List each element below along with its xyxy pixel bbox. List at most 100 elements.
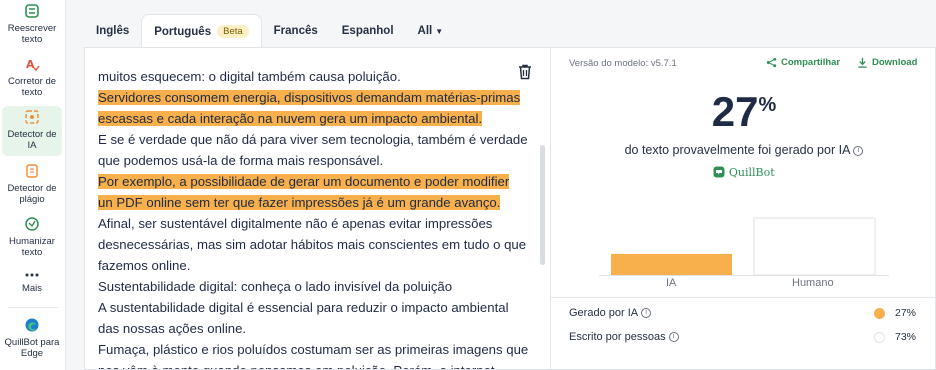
editor-line: E se é verdade que não dá para viver sem…: [98, 129, 528, 150]
editor-line: Fumaça, plástico e rios poluídos costuma…: [98, 339, 528, 360]
scrollbar[interactable]: [540, 145, 545, 265]
editor-line: que podemos usá-la de forma mais respons…: [98, 150, 518, 171]
share-label: Compartilhar: [781, 57, 841, 68]
ai-highlighted-text: escassas e cada interação na nuvem gera …: [98, 111, 483, 126]
ai-highlighted-text: Por exemplo, a possibilidade de gerar um…: [98, 174, 510, 189]
sidebar-item-more[interactable]: Mais: [2, 270, 62, 300]
editor-line: Por exemplo, a possibilidade de gerar um…: [98, 171, 518, 192]
x-label-human: Humano: [792, 277, 834, 289]
editor-line: un PDF online sem ter que fazer impressõ…: [98, 192, 518, 213]
share-icon: [766, 57, 777, 68]
tab-spanish[interactable]: Espanhol: [330, 14, 406, 48]
editor-text: A sustentabilidade digital é essencial p…: [98, 300, 509, 315]
sidebar-item-rewrite[interactable]: Reescrever texto: [2, 2, 62, 50]
sidebar-item-ai-detector[interactable]: Detector de IA: [2, 106, 62, 156]
plagiarism-icon: [23, 162, 41, 180]
edge-icon: [23, 316, 41, 334]
editor-text: desnecessárias, mas sim adotar hábitos m…: [98, 237, 527, 252]
tab-label: Inglês: [96, 25, 130, 37]
sidebar-item-edge-extension[interactable]: QuillBot para Edge: [2, 316, 62, 366]
more-icon: [23, 270, 41, 280]
editor-text: Afinal, ser sustentável digitalmente não…: [98, 216, 493, 231]
editor-line: escassas e cada interação na nuvem gera …: [98, 108, 518, 129]
legend-label: Gerado por IA: [569, 307, 639, 319]
sidebar-item-label: Reescrever texto: [7, 23, 57, 45]
ai-percentage: 27%: [551, 88, 936, 136]
download-button[interactable]: Download: [857, 57, 917, 68]
text-editor[interactable]: muitos esquecem: o digital também causa …: [84, 47, 550, 370]
editor-text: Fumaça, plástico e rios poluídos costuma…: [98, 342, 529, 357]
sidebar-item-label: Mais: [21, 283, 43, 294]
editor-text: nos vêm à mente quando pensamos em polui…: [98, 363, 495, 369]
x-label-ai: IA: [666, 277, 677, 289]
tab-all-dropdown[interactable]: All ▼: [406, 14, 456, 48]
editor-line: fazemos online.: [98, 255, 518, 276]
percentage-value: 27: [711, 88, 759, 135]
editor-content[interactable]: muitos esquecem: o digital também causa …: [98, 66, 528, 369]
svg-text:A: A: [26, 58, 35, 71]
sidebar-item-grammar[interactable]: A Corretor de texto: [2, 55, 62, 103]
tab-label: Francês: [273, 25, 318, 37]
editor-line: A sustentabilidade digital é essencial p…: [98, 297, 518, 318]
percentage-caption: do texto provavelmente foi gerado por IA…: [551, 143, 936, 157]
sidebar: Reescrever texto A Corretor de texto Det…: [0, 0, 66, 370]
legend-dot-human: [874, 331, 885, 343]
sidebar-divider: [8, 307, 58, 308]
editor-text: E se é verdade que não dá para viver sem…: [98, 132, 528, 147]
editor-line: muitos esquecem: o digital também causa …: [98, 66, 518, 87]
tab-label: All: [417, 25, 433, 37]
tab-label: Espanhol: [341, 25, 394, 37]
sidebar-item-label: Corretor de texto: [7, 76, 57, 98]
detection-result-panel: Versão do modelo: v5.7.1 Compartilhar Do…: [550, 47, 936, 370]
legend-value: 73%: [895, 331, 917, 343]
legend-dot-ai: [874, 307, 885, 319]
info-icon[interactable]: i: [853, 145, 864, 156]
bar-ia: [611, 253, 732, 275]
humanize-icon: [23, 215, 41, 233]
sidebar-item-humanize[interactable]: Humanizar texto: [2, 215, 62, 263]
trash-icon[interactable]: [518, 64, 532, 80]
grammar-icon: A: [23, 55, 41, 73]
editor-text: muitos esquecem: o digital também causa …: [98, 69, 401, 84]
editor-line: das nossas ações online.: [98, 318, 518, 339]
info-icon[interactable]: i: [641, 308, 652, 318]
model-version: Versão do modelo: v5.7.1: [569, 58, 677, 69]
sidebar-item-plagiarism[interactable]: Detector de plágio: [2, 162, 62, 210]
editor-text: das nossas ações online.: [98, 321, 247, 336]
download-icon: [858, 57, 867, 68]
sidebar-item-label: QuillBot para Edge: [4, 337, 60, 359]
tab-french[interactable]: Francês: [262, 14, 330, 48]
divider: [551, 297, 936, 298]
legend-value: 27%: [895, 307, 917, 319]
chevron-down-icon: ▼: [435, 26, 444, 36]
ai-detector-icon: [23, 108, 41, 126]
editor-line: Sustentabilidade digital: conheça o lado…: [98, 276, 518, 297]
language-tabs: Inglês Português Beta Francês Espanhol Al…: [84, 14, 455, 48]
sidebar-item-label: Humanizar texto: [9, 236, 55, 258]
editor-line: desnecessárias, mas sim adotar hábitos m…: [98, 234, 526, 255]
rewrite-icon: [23, 2, 41, 20]
caption-text: do texto provavelmente foi gerado por IA: [624, 143, 851, 157]
ai-highlighted-text: Servidores consomem energia, dispositivo…: [98, 90, 521, 105]
ai-vs-human-bar-chart: [599, 217, 889, 276]
editor-line: nos vêm à mente quando pensamos em polui…: [98, 360, 518, 369]
editor-line: Afinal, ser sustentável digitalmente não…: [98, 213, 518, 234]
legend-label: Escrito por pessoas: [569, 331, 666, 343]
tab-english[interactable]: Inglês: [84, 14, 141, 48]
ai-highlighted-text: un PDF online sem ter que fazer impressõ…: [98, 195, 501, 210]
share-button[interactable]: Compartilhar: [766, 57, 840, 68]
editor-text: fazemos online.: [98, 258, 191, 273]
editor-text: Sustentabilidade digital: conheça o lado…: [98, 279, 453, 294]
beta-badge: Beta: [217, 25, 249, 38]
editor-line: Servidores consomem energia, dispositivo…: [98, 87, 521, 108]
brand-name: QuillBot: [728, 166, 775, 179]
editor-text: que podemos usá-la de forma mais respons…: [98, 153, 384, 168]
percentage-sign: %: [758, 94, 777, 116]
legend-row-human: Escrito por pessoas i 73%: [569, 331, 919, 343]
tab-portuguese[interactable]: Português Beta: [141, 14, 262, 48]
quillbot-logo-icon: [713, 166, 725, 178]
tab-label: Português: [154, 25, 212, 38]
info-icon[interactable]: i: [668, 332, 679, 342]
sidebar-item-label: Detector de IA: [7, 129, 57, 151]
sidebar-item-label: Detector de plágio: [7, 183, 57, 205]
